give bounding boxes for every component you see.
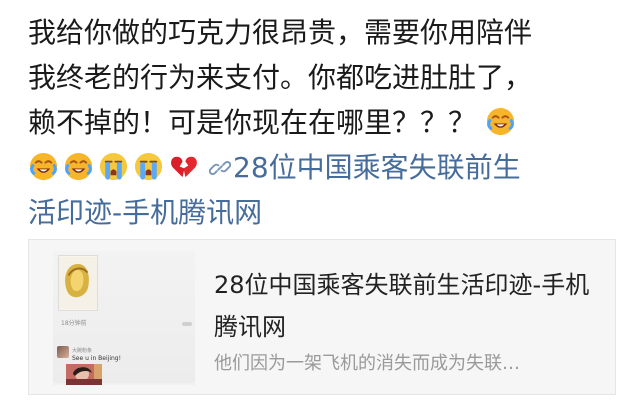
- article-card-title[interactable]: 28位中国乘客失联前生活印迹-手机腾讯网: [214, 264, 594, 348]
- weibo-post-screenshot: 我给你做的巧克力很昂贵，需要你用陪伴 我终老的行为来支付。你都吃进肚肚了， 赖不…: [0, 0, 640, 408]
- crying-laughing-face-icon: [28, 151, 59, 182]
- crying-laughing-face-icon: [63, 151, 94, 182]
- article-link-line-1[interactable]: 28位中国乘客失联前生: [233, 151, 521, 184]
- sobbing-face-icon: [98, 151, 129, 182]
- thumbnail-time-label: 18分钟前: [61, 320, 87, 327]
- link-icon[interactable]: [209, 157, 231, 179]
- post-body: 我给你做的巧克力很昂贵，需要你用陪伴 我终老的行为来支付。你都吃进肚肚了， 赖不…: [28, 10, 624, 235]
- thumbnail-menu-mark: [182, 322, 192, 326]
- article-thumbnail: 18分钟前 大碗粉条 See u in Beijing!: [53, 251, 195, 385]
- post-line-3: 赖不掉的！可是你现在在哪里？？？: [28, 100, 624, 145]
- post-line-2: 我终老的行为来支付。你都吃进肚肚了，: [28, 61, 533, 94]
- post-line-1: 我给你做的巧克力很昂贵，需要你用陪伴: [28, 16, 533, 49]
- thumbnail-person-photo: [66, 364, 102, 385]
- post-line-3-text: 赖不掉的！可是你现在在哪里？？？: [28, 106, 477, 139]
- broken-heart-icon: [168, 151, 199, 182]
- thumbnail-user-name: 大碗粉条: [72, 348, 93, 354]
- post-line-4: 28位中国乘客失联前生: [28, 145, 624, 190]
- article-card-description: 他们因为一架飞机的消失而成为失联…: [214, 353, 520, 374]
- thumbnail-chocolate-photo: [58, 255, 98, 311]
- article-link-line-2[interactable]: 活印迹-手机腾讯网: [28, 190, 624, 235]
- crying-laughing-face-icon: [485, 106, 516, 137]
- thumbnail-avatar: [57, 346, 69, 358]
- sobbing-face-icon: [133, 151, 164, 182]
- article-preview-card[interactable]: 18分钟前 大碗粉条 See u in Beijing! 28位中国乘客失联前生…: [28, 239, 616, 395]
- thumbnail-caption: See u in Beijing!: [72, 355, 122, 362]
